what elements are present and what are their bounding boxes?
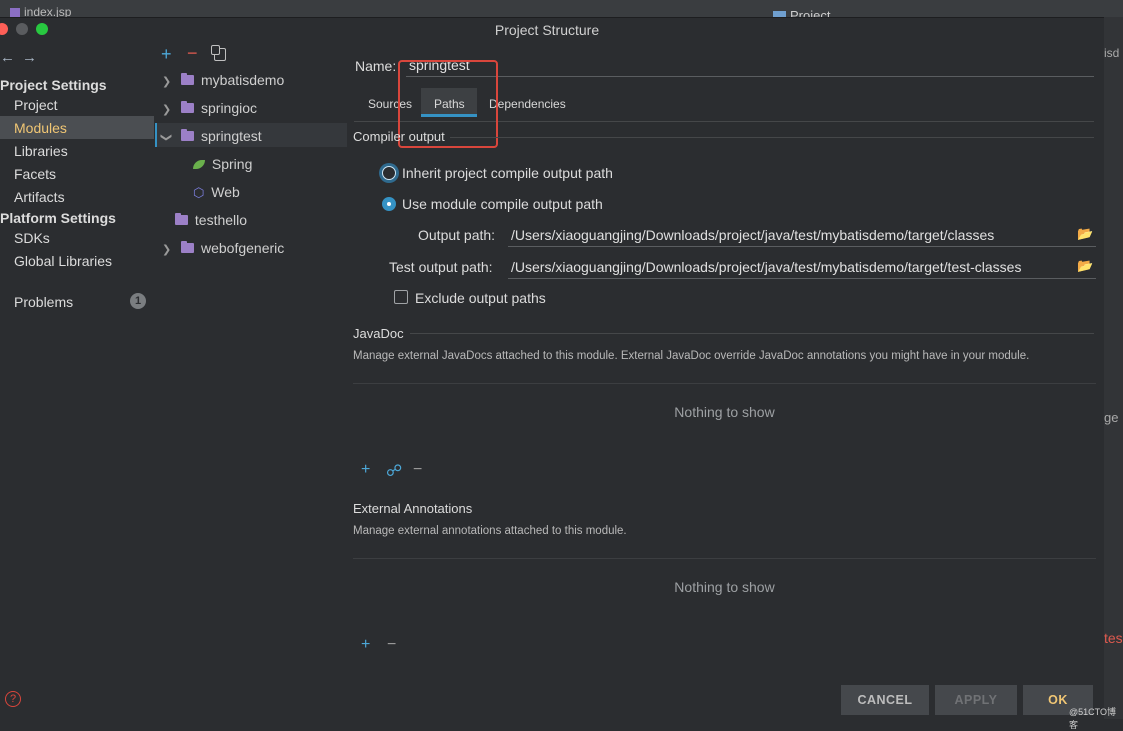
sidebar-item-project[interactable]: Project xyxy=(14,97,58,113)
forward-arrow-icon[interactable]: → xyxy=(22,49,37,66)
external-annotations-empty-text: Nothing to show xyxy=(674,579,775,595)
problems-count-badge: 1 xyxy=(130,293,146,309)
javadoc-description: Manage external JavaDocs attached to thi… xyxy=(353,350,1030,362)
sidebar-item-problems[interactable]: Problems xyxy=(14,294,73,310)
add-annotation-icon[interactable]: + xyxy=(361,636,370,654)
module-folder-icon xyxy=(181,73,195,85)
copy-module-icon[interactable] xyxy=(211,45,226,61)
spring-leaf-icon xyxy=(193,160,205,169)
module-folder-icon xyxy=(181,129,195,141)
tree-item-webofgeneric[interactable]: ❯ webofgeneric xyxy=(162,240,284,256)
external-annotations-description: Manage external annotations attached to … xyxy=(353,525,627,537)
background-fragment: ge xyxy=(1104,410,1119,425)
help-icon[interactable]: ? xyxy=(5,691,21,707)
chevron-right-icon[interactable]: ❯ xyxy=(162,76,171,88)
project-structure-dialog: Project Structure ← → Project Settings P… xyxy=(0,17,1104,720)
sidebar-item-libraries[interactable]: Libraries xyxy=(14,143,68,159)
chevron-down-icon[interactable]: ❯ xyxy=(160,133,173,142)
web-hex-icon: ⬡ xyxy=(193,185,205,200)
use-module-output-label[interactable]: Use module compile output path xyxy=(402,196,603,212)
watermark: @51CTO博客 xyxy=(1069,707,1116,730)
list-separator xyxy=(353,383,1096,384)
javadoc-heading: JavaDoc xyxy=(353,326,404,341)
add-javadoc-icon[interactable]: + xyxy=(361,461,370,479)
tree-item-springtest[interactable]: ❯ springtest xyxy=(160,128,262,144)
remove-javadoc-icon[interactable]: − xyxy=(413,461,422,479)
section-separator xyxy=(450,137,1094,138)
use-module-output-radio[interactable] xyxy=(382,197,396,211)
browse-folder-icon[interactable]: 📂 xyxy=(1077,226,1093,242)
chevron-right-icon[interactable]: ❯ xyxy=(162,244,171,256)
chevron-right-icon[interactable]: ❯ xyxy=(162,104,171,116)
remove-annotation-icon[interactable]: − xyxy=(387,636,396,654)
module-name-label: Name: xyxy=(355,58,397,74)
background-fragment: isd xyxy=(1104,46,1120,60)
remove-module-icon[interactable]: − xyxy=(187,43,198,64)
module-folder-icon xyxy=(181,101,195,113)
sidebar-item-artifacts[interactable]: Artifacts xyxy=(14,189,65,205)
tree-item-springioc[interactable]: ❯ springioc xyxy=(162,100,257,116)
inherit-output-label[interactable]: Inherit project compile output path xyxy=(402,165,613,181)
back-arrow-icon[interactable]: ← xyxy=(0,49,15,66)
exclude-output-checkbox[interactable] xyxy=(394,290,408,304)
test-output-path-input[interactable]: /Users/xiaoguangjing/Downloads/project/j… xyxy=(508,255,1096,279)
output-path-label: Output path: xyxy=(418,227,496,243)
tree-item-mybatisdemo[interactable]: ❯ mybatisdemo xyxy=(162,72,284,88)
module-name-input[interactable]: springtest xyxy=(406,53,1094,77)
inherit-output-radio[interactable] xyxy=(382,166,396,180)
list-separator xyxy=(353,558,1096,559)
copy-layer xyxy=(211,45,220,55)
exclude-output-label[interactable]: Exclude output paths xyxy=(415,290,546,306)
background-ide-bar xyxy=(0,0,1123,17)
output-path-input[interactable]: /Users/xiaoguangjing/Downloads/project/j… xyxy=(508,223,1096,247)
background-fragment: tes xyxy=(1104,630,1123,646)
module-folder-icon xyxy=(181,241,195,253)
project-settings-heading: Project Settings xyxy=(0,77,107,93)
browse-folder-icon[interactable]: 📂 xyxy=(1077,258,1093,274)
module-folder-icon xyxy=(175,213,188,225)
compiler-output-heading: Compiler output xyxy=(353,129,445,144)
platform-settings-heading: Platform Settings xyxy=(0,210,116,226)
section-separator xyxy=(410,333,1094,334)
dialog-title: Project Structure xyxy=(494,22,600,38)
add-module-icon[interactable]: + xyxy=(161,44,172,65)
tab-dependencies[interactable]: Dependencies xyxy=(489,97,566,111)
tree-item-testhello[interactable]: testhello xyxy=(175,212,247,228)
external-annotations-heading: External Annotations xyxy=(353,501,473,516)
tree-item-spring-facet[interactable]: Spring xyxy=(193,156,252,172)
javadoc-empty-text: Nothing to show xyxy=(674,404,775,420)
sidebar-item-sdks[interactable]: SDKs xyxy=(14,230,50,246)
cancel-button[interactable]: CANCEL xyxy=(841,685,929,715)
sidebar-item-global-libraries[interactable]: Global Libraries xyxy=(14,253,112,269)
apply-button[interactable]: APPLY xyxy=(935,685,1017,715)
sidebar-item-modules[interactable]: Modules xyxy=(14,120,67,136)
test-output-path-label: Test output path: xyxy=(389,259,493,275)
tree-item-web-facet[interactable]: ⬡ Web xyxy=(193,184,240,201)
sidebar-item-facets[interactable]: Facets xyxy=(14,166,56,182)
link-icon[interactable]: ☍ xyxy=(386,461,402,481)
background-right-panel xyxy=(1104,17,1123,719)
